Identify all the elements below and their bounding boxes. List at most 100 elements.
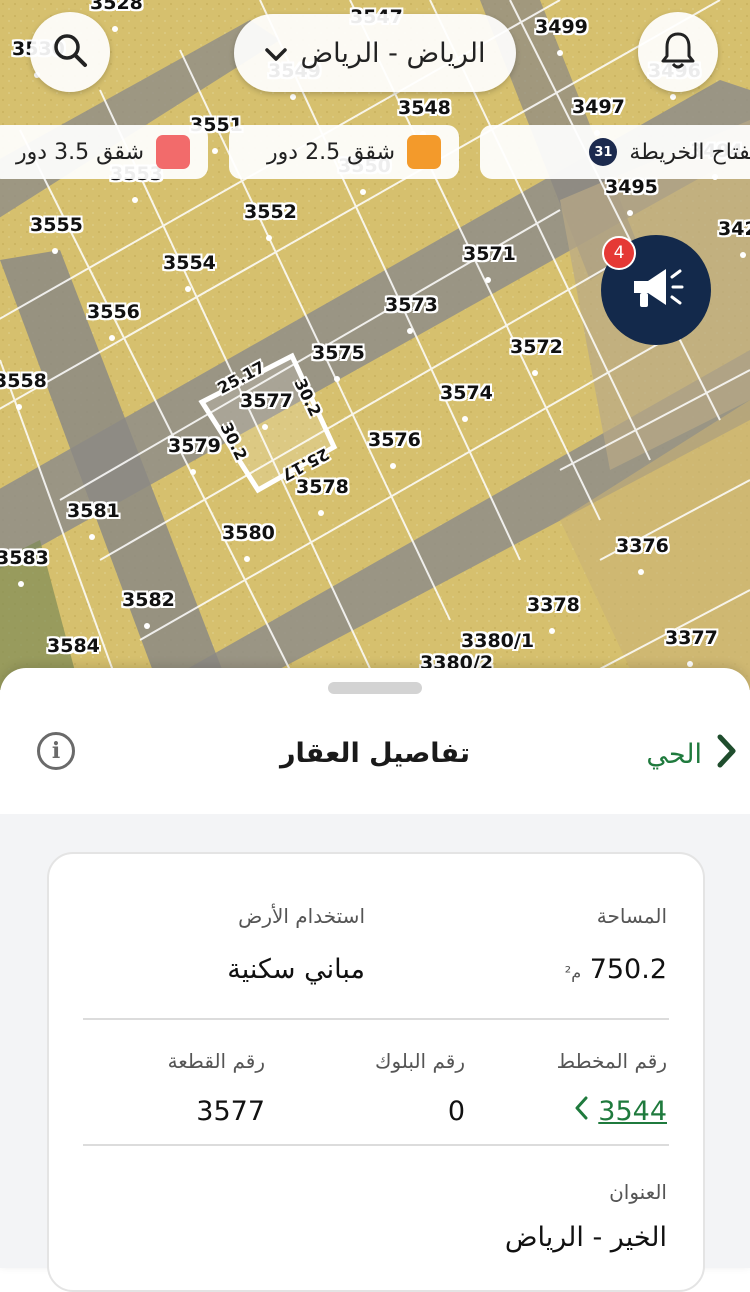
- plot-number-label[interactable]: 3578: [296, 476, 349, 498]
- property-card: المساحة 750.2 م² استخدام الأرض مباني سكن…: [47, 852, 705, 1292]
- plot-marker-dot: [52, 248, 58, 254]
- sheet-drag-handle[interactable]: [328, 682, 422, 694]
- plot-marker-dot: [266, 235, 272, 241]
- plot-marker-dot: [318, 510, 324, 516]
- plot-number-label[interactable]: 3577: [240, 390, 293, 412]
- plot-marker-dot: [185, 286, 191, 292]
- area-value: 750.2: [589, 954, 667, 985]
- map-view[interactable]: 3528354734993530354934963548349735513494…: [0, 0, 750, 690]
- plot-number-label[interactable]: 3558: [0, 370, 47, 392]
- sheet-header: i تفاصيل العقار الحي: [0, 708, 750, 814]
- notifications-button[interactable]: [638, 12, 718, 92]
- color-swatch-orange: [407, 135, 441, 169]
- plot-number-label[interactable]: 3573: [385, 294, 438, 316]
- plot-marker-dot: [18, 581, 24, 587]
- land-use-value: مباني سكنية: [227, 954, 365, 985]
- area-unit: م²: [564, 963, 582, 982]
- plot-number-label[interactable]: 3376: [616, 535, 669, 557]
- plot-marker-dot: [290, 94, 296, 100]
- plot-number-label[interactable]: 3576: [368, 429, 421, 451]
- plot-marker-dot: [390, 463, 396, 469]
- color-swatch-red: [156, 135, 190, 169]
- plot-number-label[interactable]: 3584: [47, 635, 100, 657]
- plot-marker-dot: [485, 277, 491, 283]
- plan-number-label: رقم المخطط: [556, 1049, 667, 1073]
- plot-number-label[interactable]: 3528: [90, 0, 143, 14]
- chip-label: شقق 3.5 دور: [16, 139, 144, 165]
- plot-marker-dot: [360, 189, 366, 195]
- plot-number-label[interactable]: 3582: [122, 589, 175, 611]
- plot-number-label[interactable]: 3556: [87, 301, 140, 323]
- area-value-group: 750.2 م²: [565, 954, 667, 985]
- plot-number-label[interactable]: 3574: [440, 382, 493, 404]
- plot-marker-dot: [670, 94, 676, 100]
- chip-label: شقق 2.5 دور: [267, 139, 395, 165]
- plot-number-label[interactable]: 3581: [67, 500, 120, 522]
- plot-marker-dot: [132, 197, 138, 203]
- plot-number-label[interactable]: 3495: [605, 176, 658, 198]
- neighborhood-back-link[interactable]: الحي: [646, 734, 736, 775]
- plot-marker-dot: [740, 252, 746, 258]
- plot-marker-dot: [687, 661, 693, 667]
- legend-label: مفتاح الخريطة: [629, 139, 750, 165]
- block-number-label: رقم البلوك: [374, 1049, 465, 1073]
- plot-marker-dot: [89, 534, 95, 540]
- plot-number-label[interactable]: 3499: [535, 16, 588, 38]
- back-link-label: الحي: [646, 739, 702, 770]
- plot-marker-dot: [109, 335, 115, 341]
- plot-marker-dot: [407, 328, 413, 334]
- megaphone-icon: [626, 261, 686, 319]
- legend-count-badge: 31: [589, 138, 618, 166]
- chevron-right-icon: [716, 734, 736, 775]
- bell-icon: [660, 30, 696, 74]
- land-use-label: استخدام الأرض: [238, 904, 365, 928]
- property-details-sheet: i تفاصيل العقار الحي المساحة 750.2 م² اس…: [0, 668, 750, 1292]
- announcements-count-badge: 4: [602, 236, 636, 270]
- plot-marker-dot: [16, 404, 22, 410]
- parcel-number-value: 3577: [196, 1096, 265, 1127]
- plot-marker-dot: [557, 50, 563, 56]
- plot-number-label[interactable]: 3583: [0, 547, 49, 569]
- search-button[interactable]: [30, 12, 110, 92]
- plot-number-label[interactable]: 3554: [163, 252, 216, 274]
- plot-marker-dot: [144, 623, 150, 629]
- address-value: الخير - الرياض: [504, 1222, 667, 1253]
- plot-number-label[interactable]: 3575: [312, 342, 365, 364]
- plot-number-label[interactable]: 3429: [718, 218, 750, 240]
- plot-marker-dot: [244, 556, 250, 562]
- filter-chip-2-5-floor[interactable]: شقق 2.5 دور: [229, 125, 459, 179]
- city-label: الرياض - الرياض: [300, 37, 486, 69]
- plot-number-label[interactable]: 3580: [222, 522, 275, 544]
- address-label: العنوان: [609, 1180, 667, 1204]
- parcel-number-label: رقم القطعة: [167, 1049, 265, 1073]
- plot-marker-dot: [112, 26, 118, 32]
- plot-number-label[interactable]: 3497: [572, 96, 625, 118]
- plan-number-link[interactable]: 3544: [574, 1096, 667, 1127]
- search-icon: [51, 31, 89, 73]
- plot-number-label[interactable]: 3555: [30, 214, 83, 236]
- chevron-down-icon: [264, 38, 287, 69]
- plot-number-label[interactable]: 3572: [510, 336, 563, 358]
- map-legend-chip[interactable]: 31 مفتاح الخريطة: [480, 125, 750, 179]
- plot-marker-dot: [462, 416, 468, 422]
- plot-number-label[interactable]: 3378: [527, 594, 580, 616]
- plot-marker-dot: [549, 628, 555, 634]
- filter-chip-3-5-floor[interactable]: شقق 3.5 دور: [0, 125, 208, 179]
- plot-number-label[interactable]: 3377: [665, 627, 718, 649]
- city-selector[interactable]: الرياض - الرياض: [234, 14, 516, 92]
- plot-marker-dot: [190, 469, 196, 475]
- plot-number-label[interactable]: 3380/1: [461, 630, 534, 652]
- divider: [83, 1144, 669, 1146]
- plot-marker-dot: [262, 424, 268, 430]
- area-label: المساحة: [596, 904, 667, 928]
- plot-marker-dot: [532, 370, 538, 376]
- plot-number-label[interactable]: 3548: [398, 97, 451, 119]
- plot-number-label[interactable]: 3552: [244, 201, 297, 223]
- sheet-body: المساحة 750.2 م² استخدام الأرض مباني سكن…: [0, 814, 750, 1292]
- plot-number-label[interactable]: 3579: [168, 435, 221, 457]
- plan-number-value: 3544: [598, 1096, 667, 1127]
- plot-marker-dot: [627, 210, 633, 216]
- satellite-map: [0, 0, 750, 690]
- plot-marker-dot: [638, 569, 644, 575]
- plot-number-label[interactable]: 3571: [463, 243, 516, 265]
